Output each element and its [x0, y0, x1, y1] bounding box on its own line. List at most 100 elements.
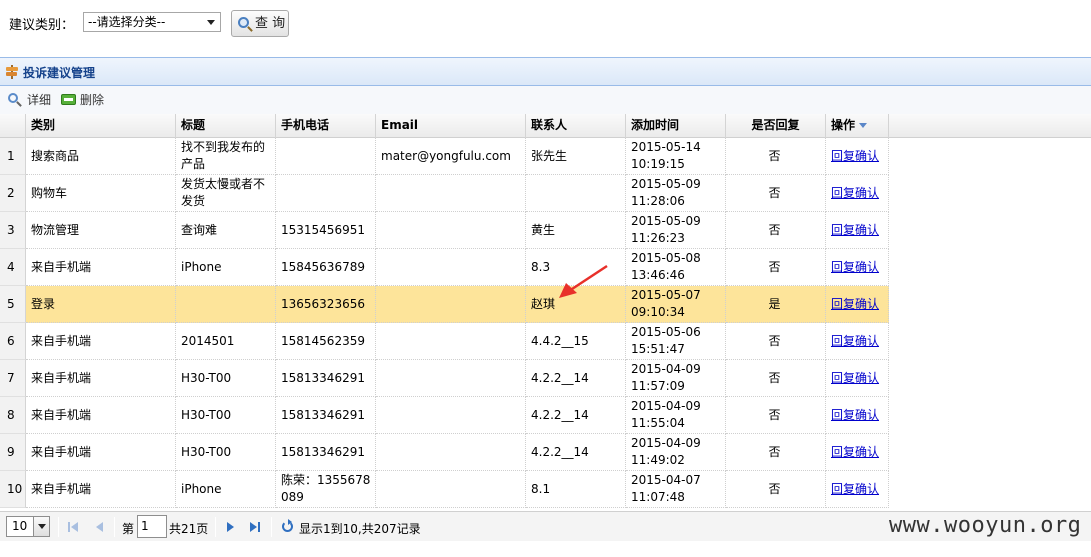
cell-action: 回复确认	[826, 212, 889, 249]
pager-separator	[271, 517, 272, 537]
reply-confirm-link[interactable]: 回复确认	[831, 148, 879, 165]
cell-replied: 否	[726, 175, 826, 212]
cell-time: 11:07:48	[631, 490, 685, 504]
toolbar: 详细 删除	[0, 86, 1091, 114]
table-row[interactable]: 1 搜索商品 找不到我发布的产品 mater@yongfulu.com 张先生 2015-…	[0, 138, 1091, 175]
pager-summary: 显示1到10,共207记录	[299, 522, 421, 536]
cell-category: 来自手机端	[26, 471, 176, 508]
next-page-icon[interactable]	[226, 521, 238, 533]
header-phone[interactable]: 手机电话	[276, 114, 376, 138]
cell-email	[376, 212, 526, 249]
reply-confirm-link[interactable]: 回复确认	[831, 259, 879, 276]
cell-added-time: 2015-05-09 11:28:06	[626, 175, 726, 212]
table-row[interactable]: 8 来自手机端 H30-T00 15813346291 4.2.2__14 2015-04…	[0, 397, 1091, 434]
table-row[interactable]: 3 物流管理 查询难 15315456951 黄生 2015-05-09 11:26:23 否…	[0, 212, 1091, 249]
cell-category: 来自手机端	[26, 323, 176, 360]
cell-email	[376, 175, 526, 212]
cell-title: H30-T00	[176, 434, 276, 471]
cell-date: 2015-05-08	[631, 251, 701, 265]
reply-confirm-link[interactable]: 回复确认	[831, 296, 879, 313]
reply-confirm-link[interactable]: 回复确认	[831, 407, 879, 424]
table-row[interactable]: 7 来自手机端 H30-T00 15813346291 4.2.2__14 2015-04…	[0, 360, 1091, 397]
cell-category: 来自手机端	[26, 360, 176, 397]
cell-category: 来自手机端	[26, 397, 176, 434]
header-added-time[interactable]: 添加时间	[626, 114, 726, 138]
cell-phone: 15813346291	[276, 397, 376, 434]
cell-phone: 15813346291	[276, 434, 376, 471]
signpost-icon	[5, 65, 19, 79]
category-select-value: --请选择分类--	[88, 15, 166, 29]
cell-email	[376, 397, 526, 434]
cell-contact: 8.1	[526, 471, 626, 508]
category-select[interactable]: --请选择分类--	[83, 12, 221, 32]
cell-added-time: 2015-04-07 11:07:48	[626, 471, 726, 508]
pager-separator	[114, 517, 115, 537]
chevron-down-icon	[207, 20, 215, 25]
pager-separator	[215, 517, 216, 537]
cell-replied: 否	[726, 471, 826, 508]
reply-confirm-link[interactable]: 回复确认	[831, 222, 879, 239]
delete-button[interactable]: 删除	[61, 92, 104, 108]
cell-email	[376, 249, 526, 286]
reply-confirm-link[interactable]: 回复确认	[831, 481, 879, 498]
cell-added-time: 2015-04-09 11:55:04	[626, 397, 726, 434]
cell-action: 回复确认	[826, 286, 889, 323]
cell-category: 来自手机端	[26, 249, 176, 286]
cell-title: iPhone	[176, 471, 276, 508]
search-bar: 建议类别： --请选择分类-- 查 询	[0, 0, 1091, 45]
cell-time: 11:28:06	[631, 194, 685, 208]
header-email[interactable]: Email	[376, 114, 526, 138]
cell-date: 2015-04-07	[631, 473, 701, 487]
cell-action: 回复确认	[826, 397, 889, 434]
cell-phone: 陈荣：1355678089	[276, 471, 376, 508]
page-size-select[interactable]: 10	[6, 516, 50, 537]
cell-added-time: 2015-04-09 11:57:09	[626, 360, 726, 397]
last-page-icon[interactable]	[250, 521, 262, 533]
panel-header: 投诉建议管理	[0, 57, 1091, 86]
delete-button-label: 删除	[80, 93, 105, 107]
cell-date: 2015-04-09	[631, 362, 701, 376]
detail-button-label: 详细	[27, 93, 52, 107]
header-action-label: 操作	[831, 118, 856, 132]
cell-rownum: 6	[0, 323, 26, 360]
cell-title: 查询难	[176, 212, 276, 249]
page-size-value: 10	[12, 519, 28, 533]
cell-added-time: 2015-04-09 11:49:02	[626, 434, 726, 471]
header-contact[interactable]: 联系人	[526, 114, 626, 138]
cell-date: 2015-05-09	[631, 177, 701, 191]
cell-email	[376, 434, 526, 471]
page-number-input[interactable]: 1	[137, 515, 167, 538]
table-row[interactable]: 9 来自手机端 H30-T00 15813346291 4.2.2__14 2015-04…	[0, 434, 1091, 471]
prev-page-icon[interactable]	[94, 521, 106, 533]
cell-replied: 否	[726, 323, 826, 360]
cell-action: 回复确认	[826, 249, 889, 286]
cell-phone: 15814562359	[276, 323, 376, 360]
reply-confirm-link[interactable]: 回复确认	[831, 444, 879, 461]
cell-time: 10:19:15	[631, 157, 685, 171]
cell-date: 2015-05-09	[631, 214, 701, 228]
reply-confirm-link[interactable]: 回复确认	[831, 370, 879, 387]
refresh-icon[interactable]	[282, 519, 293, 532]
header-category[interactable]: 类别	[26, 114, 176, 138]
table-row[interactable]: 2 购物车 发货太慢或者不发货 2015-05-09 11:28:06 否回复确认	[0, 175, 1091, 212]
cell-category: 购物车	[26, 175, 176, 212]
cell-added-time: 2015-05-07 09:10:34	[626, 286, 726, 323]
query-button[interactable]: 查 询	[231, 10, 289, 37]
cell-rownum: 1	[0, 138, 26, 175]
cell-action: 回复确认	[826, 434, 889, 471]
cell-action: 回复确认	[826, 360, 889, 397]
reply-confirm-link[interactable]: 回复确认	[831, 333, 879, 350]
header-replied[interactable]: 是否回复	[726, 114, 826, 138]
table-row[interactable]: 10 来自手机端 iPhone 陈荣：1355678089 8.1 2015-04-07 1…	[0, 471, 1091, 508]
table-row[interactable]: 6 来自手机端 2014501 15814562359 4.4.2__15 2015-05…	[0, 323, 1091, 360]
header-title[interactable]: 标题	[176, 114, 276, 138]
cell-time: 11:49:02	[631, 453, 685, 467]
detail-button[interactable]: 详细	[8, 92, 51, 108]
cell-time: 13:46:46	[631, 268, 685, 282]
reply-confirm-link[interactable]: 回复确认	[831, 185, 879, 202]
table-row[interactable]: 5 登录 13656323656 赵琪 2015-05-07 09:10:34 是回复确认	[0, 286, 1091, 323]
first-page-icon[interactable]	[68, 521, 80, 533]
table-row[interactable]: 4 来自手机端 iPhone 15845636789 8.3 2015-05-08 13:4…	[0, 249, 1091, 286]
cell-replied: 是	[726, 286, 826, 323]
header-action[interactable]: 操作	[826, 114, 889, 138]
